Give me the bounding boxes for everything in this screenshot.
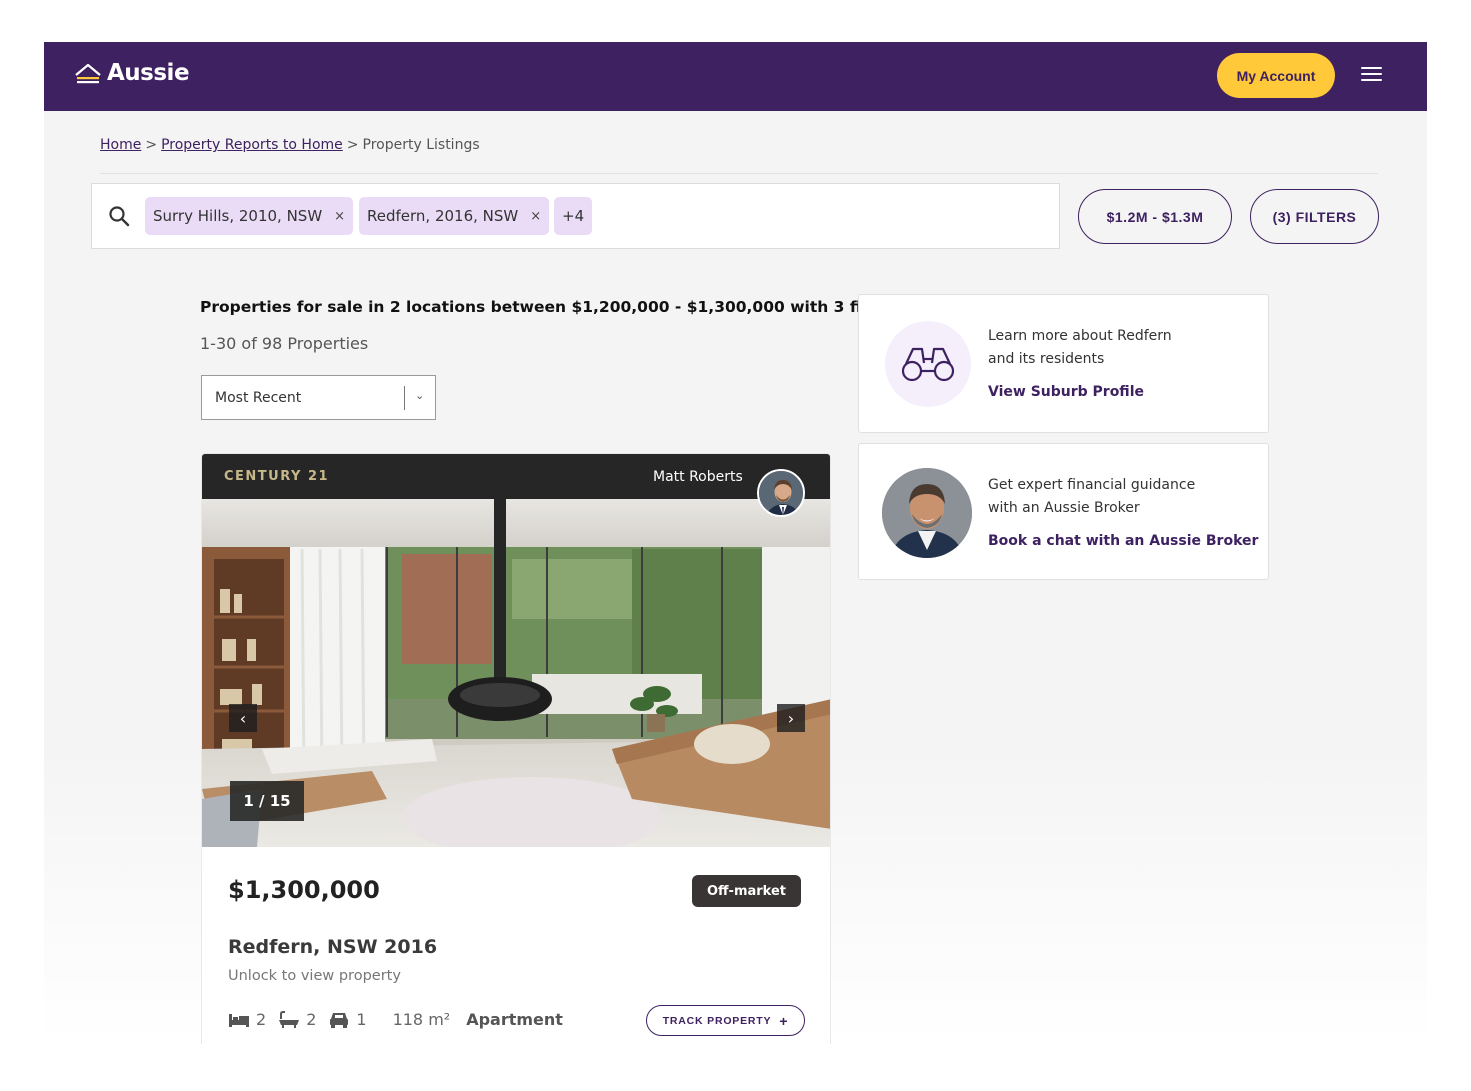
binoculars-icon [901, 347, 955, 382]
car-icon [330, 1012, 349, 1028]
property-type: Apartment [466, 1010, 563, 1029]
broker-card-line2: with an Aussie Broker [988, 500, 1140, 516]
unlock-text: Unlock to view property [228, 968, 401, 984]
chevron-right-icon[interactable]: › [777, 704, 805, 732]
breadcrumb-separator: > [346, 137, 359, 153]
listing-price: $1,300,000 [228, 876, 380, 904]
chip-label: Redfern, 2016, NSW [367, 207, 519, 225]
top-nav-bar: Aussie My Account [44, 42, 1427, 111]
suburb-card-text: Learn more about Redfern and its residen… [988, 325, 1172, 371]
suburb-card-line2: and its residents [988, 351, 1105, 367]
land-area: 118 m² [392, 1010, 451, 1029]
broker-avatar [882, 468, 972, 558]
breadcrumb-home-link[interactable]: Home [100, 137, 141, 153]
results-count: 1-30 of 98 Properties [200, 334, 369, 353]
results-title: Properties for sale in 2 locations betwe… [200, 298, 902, 316]
close-icon[interactable]: × [530, 209, 541, 224]
search-icon [109, 206, 130, 227]
my-account-button[interactable]: My Account [1217, 53, 1335, 98]
parking-count: 1 [356, 1010, 367, 1029]
view-suburb-profile-link[interactable]: View Suburb Profile [988, 384, 1144, 400]
select-divider [404, 386, 405, 410]
bathrooms-count: 2 [306, 1010, 317, 1029]
chevron-left-icon[interactable]: ‹ [229, 704, 257, 732]
bathrooms-feature: 2 [278, 1010, 316, 1029]
section-divider [100, 173, 1378, 174]
close-icon[interactable]: × [334, 209, 345, 224]
bedrooms-feature: 2 [228, 1010, 266, 1029]
breadcrumb-separator: > [145, 137, 158, 153]
filters-button[interactable]: (3) FILTERS [1250, 189, 1379, 244]
status-badge: Off-market [692, 875, 801, 907]
parking-feature: 1 [328, 1010, 367, 1029]
breadcrumb-current: Property Listings [362, 137, 480, 153]
chevron-down-icon: ⌄ [415, 389, 425, 402]
book-broker-chat-link[interactable]: Book a chat with an Aussie Broker [988, 533, 1258, 549]
chip-label: Surry Hills, 2010, NSW [153, 207, 323, 225]
agent-avatar[interactable] [757, 469, 805, 517]
broker-card-text: Get expert financial guidance with an Au… [988, 474, 1195, 520]
listing-suburb[interactable]: Redfern, NSW 2016 [228, 936, 437, 958]
hamburger-menu-icon[interactable] [1361, 67, 1382, 85]
location-search-input[interactable]: Surry Hills, 2010, NSW × Redfern, 2016, … [91, 183, 1060, 249]
bedrooms-count: 2 [256, 1010, 267, 1029]
broker-card-line1: Get expert financial guidance [988, 477, 1196, 493]
sort-value: Most Recent [215, 390, 302, 406]
logo-text: Aussie [107, 60, 190, 86]
photo-counter: 1 / 15 [230, 781, 304, 821]
property-card[interactable]: CENTURY 21 Matt Roberts ‹ › 1 / 15 $1,30… [201, 453, 831, 1044]
plus-icon: + [779, 1012, 789, 1029]
binoculars-icon-circle [885, 321, 971, 407]
broker-card: Get expert financial guidance with an Au… [858, 443, 1269, 580]
breadcrumb-reports-link[interactable]: Property Reports to Home [161, 137, 343, 153]
more-locations-chip[interactable]: +4 [554, 197, 593, 235]
bath-icon [279, 1010, 300, 1028]
suburb-card-line1: Learn more about Redfern [988, 328, 1172, 344]
chip-label: +4 [562, 207, 585, 225]
house-roof-icon [75, 63, 101, 84]
price-range-button[interactable]: $1.2M - $1.3M [1078, 189, 1232, 244]
agent-name[interactable]: Matt Roberts [653, 469, 743, 485]
page-frame: Aussie My Account Home > Property Report… [44, 42, 1427, 1044]
bed-icon [229, 1013, 249, 1027]
breadcrumb: Home > Property Reports to Home > Proper… [100, 137, 480, 153]
agency-logo: CENTURY 21 [224, 469, 330, 484]
track-property-button[interactable]: TRACK PROPERTY + [646, 1005, 805, 1036]
sort-select[interactable]: Most Recent ⌄ [201, 375, 436, 420]
location-chip-surry-hills[interactable]: Surry Hills, 2010, NSW × [145, 197, 354, 235]
location-chip-redfern[interactable]: Redfern, 2016, NSW × [359, 197, 550, 235]
aussie-logo[interactable]: Aussie [75, 60, 190, 86]
suburb-profile-card: Learn more about Redfern and its residen… [858, 294, 1269, 433]
track-property-label: TRACK PROPERTY [662, 1014, 772, 1027]
property-features: 2 2 1 118 m² Apartment [228, 1010, 563, 1029]
agency-header: CENTURY 21 Matt Roberts [202, 454, 830, 499]
